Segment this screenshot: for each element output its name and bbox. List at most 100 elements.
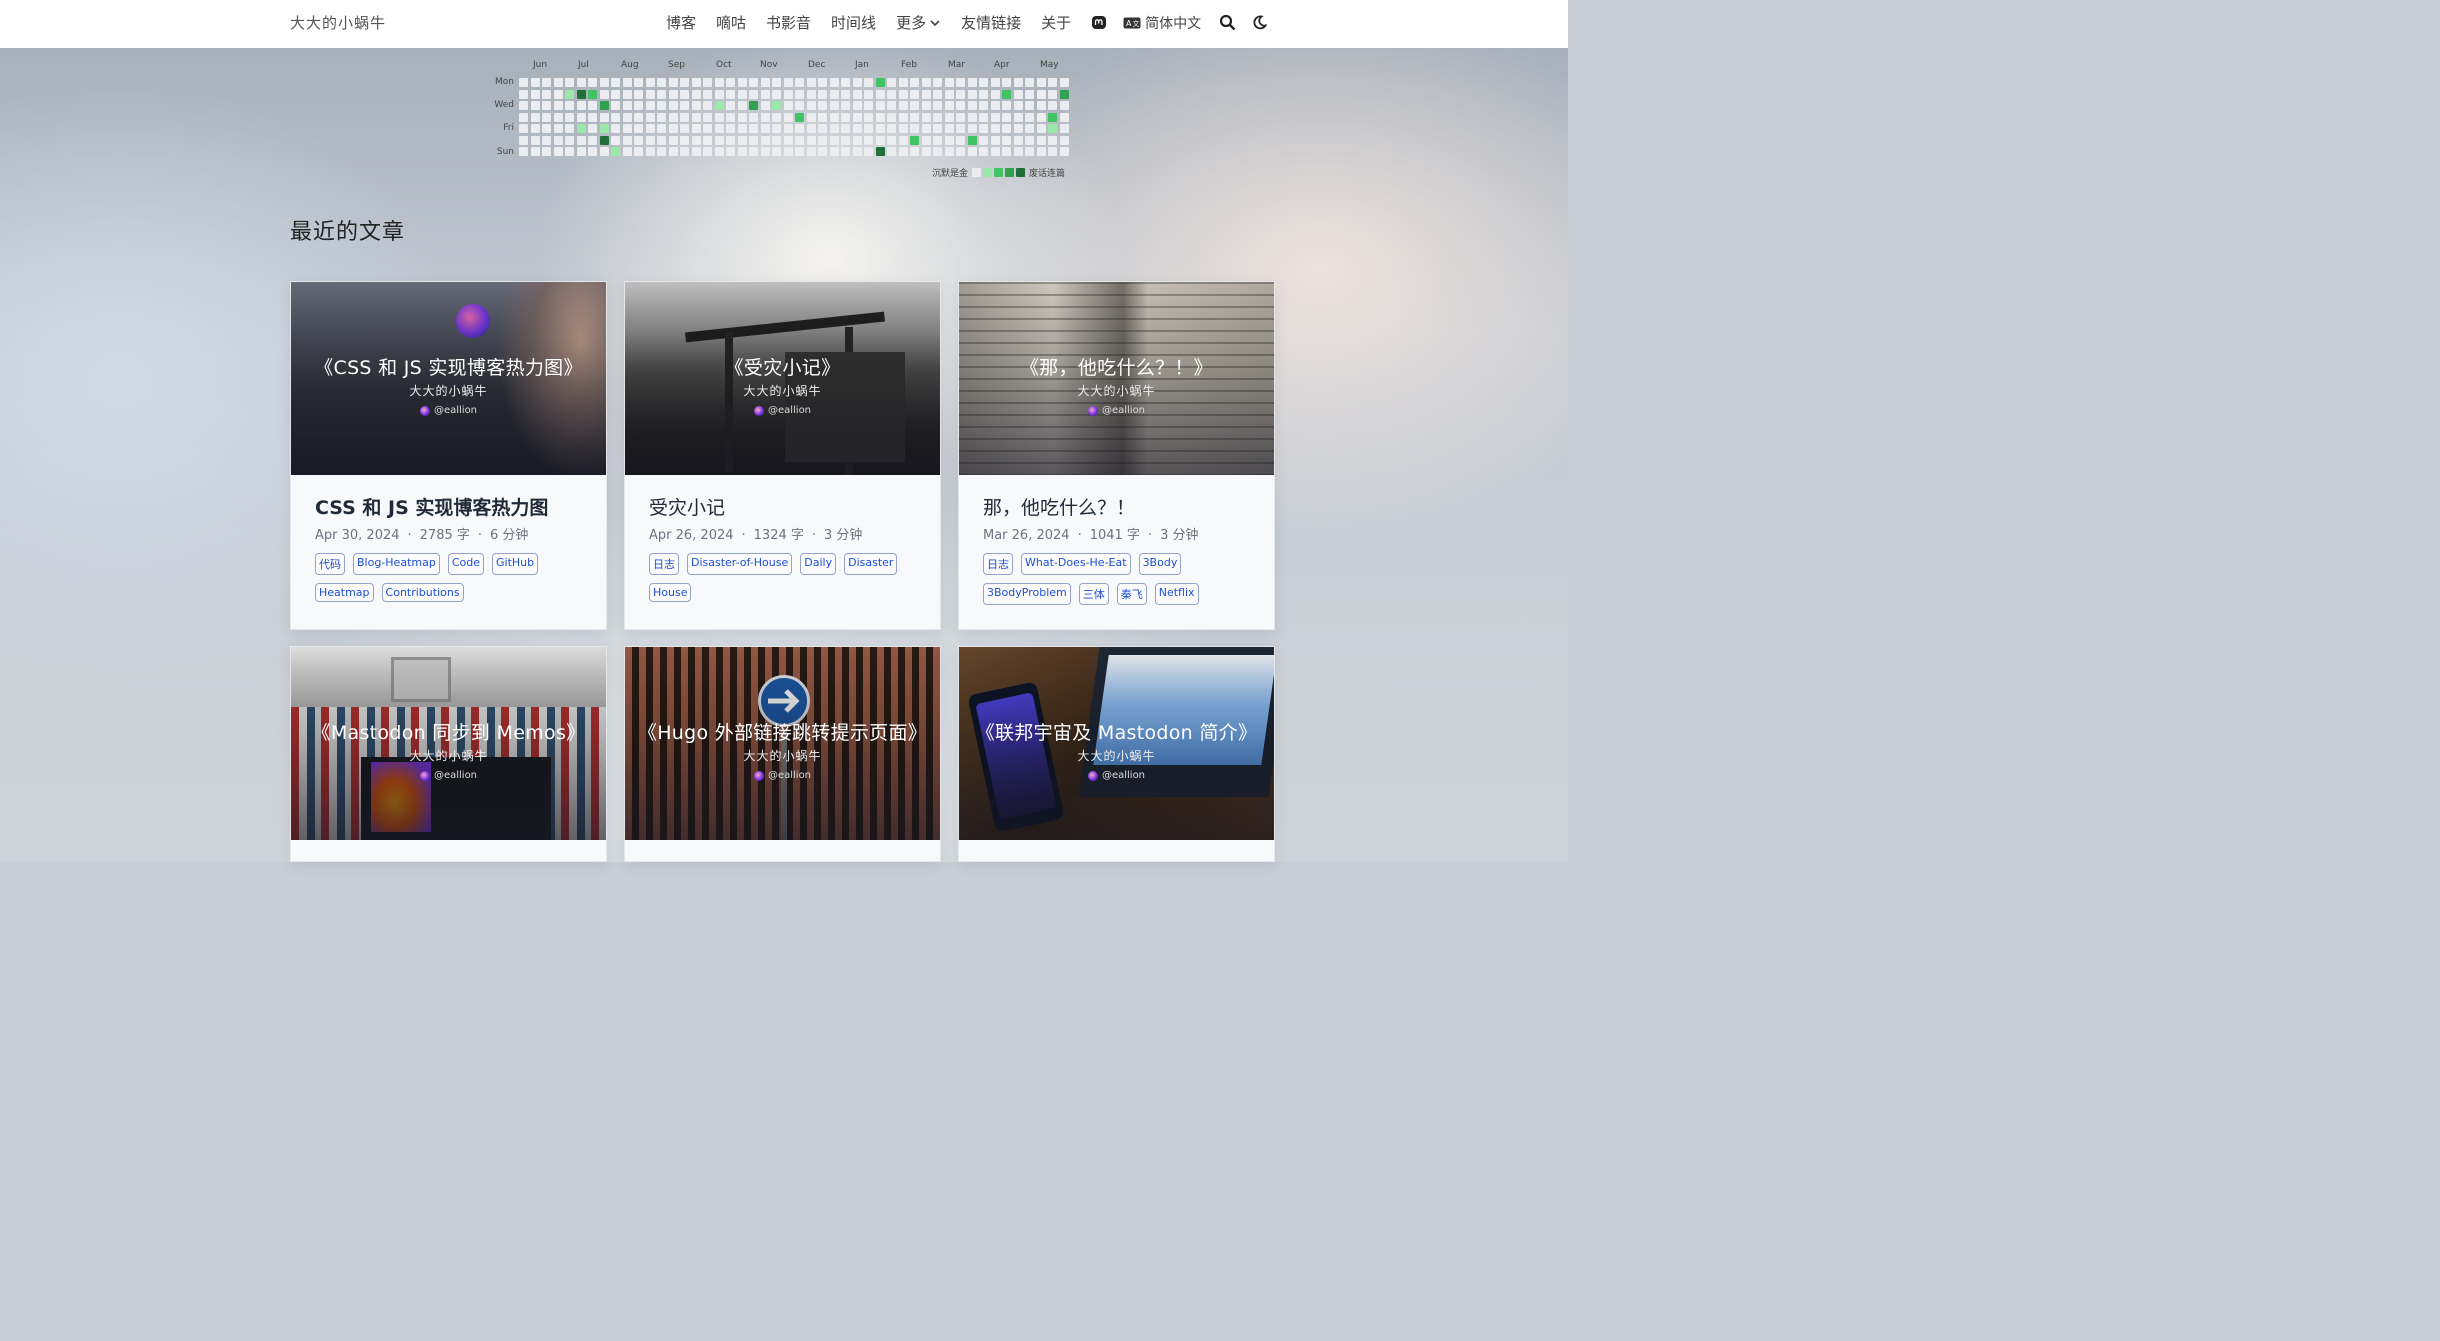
heatmap-cell[interactable] [680,124,689,133]
heatmap-cell[interactable] [519,147,528,156]
heatmap-cell[interactable] [795,112,804,122]
heatmap-cell[interactable] [990,112,1000,122]
heatmap-cell[interactable] [990,101,1000,110]
heatmap-cell[interactable] [519,112,528,122]
post-cover[interactable]: 《受灾小记》 大大的小蜗牛 @eallion [625,282,940,475]
heatmap-cell[interactable] [542,101,551,110]
heatmap-cell[interactable] [714,101,724,110]
tag[interactable]: Heatmap [315,583,374,602]
heatmap-cell[interactable] [691,89,701,99]
heatmap-cell[interactable] [588,112,597,122]
heatmap-cell[interactable] [634,78,643,87]
heatmap-cell[interactable] [691,112,701,122]
heatmap-cell[interactable] [703,101,712,110]
heatmap-cell[interactable] [979,112,988,122]
heatmap-cell[interactable] [714,78,724,87]
heatmap-cell[interactable] [875,135,885,145]
heatmap-cell[interactable] [1002,135,1011,145]
heatmap-cell[interactable] [680,78,689,87]
heatmap-cell[interactable] [599,89,609,99]
heatmap-cell[interactable] [622,112,632,122]
heatmap-cell[interactable] [933,78,942,87]
heatmap-cell[interactable] [726,101,735,110]
heatmap-cell[interactable] [806,112,816,122]
heatmap-cell[interactable] [611,89,620,99]
heatmap-cell[interactable] [1013,78,1023,87]
heatmap-cell[interactable] [703,78,712,87]
heatmap-cell[interactable] [921,78,931,87]
heatmap-cell[interactable] [829,78,839,87]
heatmap-cell[interactable] [576,124,586,133]
heatmap-cell[interactable] [622,147,632,156]
heatmap-cell[interactable] [783,78,793,87]
post-cover[interactable]: 《Mastodon 同步到 Memos》 大大的小蜗牛 @eallion [291,647,606,840]
heatmap-cell[interactable] [783,147,793,156]
heatmap-cell[interactable] [737,112,747,122]
heatmap-cell[interactable] [714,112,724,122]
heatmap-cell[interactable] [783,112,793,122]
heatmap-cell[interactable] [818,124,827,133]
heatmap-cell[interactable] [645,112,655,122]
heatmap-cell[interactable] [691,101,701,110]
heatmap-cell[interactable] [933,112,942,122]
heatmap-cell[interactable] [553,147,563,156]
heatmap-cell[interactable] [990,78,1000,87]
post-card[interactable]: 《Hugo 外部链接跳转提示页面》 大大的小蜗牛 @eallion [624,646,941,862]
heatmap-cell[interactable] [565,89,574,99]
heatmap-cell[interactable] [806,78,816,87]
heatmap-cell[interactable] [1059,147,1069,156]
heatmap-cell[interactable] [944,101,954,110]
heatmap-cell[interactable] [726,78,735,87]
heatmap-cell[interactable] [806,135,816,145]
heatmap-cell[interactable] [829,135,839,145]
heatmap-cell[interactable] [956,124,965,133]
heatmap-cell[interactable] [1013,124,1023,133]
heatmap-cell[interactable] [933,124,942,133]
heatmap-cell[interactable] [749,89,758,99]
heatmap-cell[interactable] [703,135,712,145]
heatmap-cell[interactable] [714,89,724,99]
heatmap-cell[interactable] [887,147,896,156]
heatmap-cell[interactable] [760,135,770,145]
heatmap-cell[interactable] [1048,124,1057,133]
heatmap-cell[interactable] [795,101,804,110]
heatmap-cell[interactable] [1025,147,1034,156]
heatmap-cell[interactable] [852,147,862,156]
heatmap-cell[interactable] [645,147,655,156]
heatmap-cell[interactable] [956,101,965,110]
heatmap-cell[interactable] [634,147,643,156]
heatmap-cell[interactable] [783,135,793,145]
heatmap-cell[interactable] [956,147,965,156]
heatmap-cell[interactable] [749,124,758,133]
tag[interactable]: 3Body [1138,553,1182,575]
heatmap-cell[interactable] [634,101,643,110]
heatmap-cell[interactable] [772,101,781,110]
heatmap-cell[interactable] [760,124,770,133]
heatmap-cell[interactable] [864,101,873,110]
heatmap-cell[interactable] [979,135,988,145]
heatmap-cell[interactable] [956,89,965,99]
heatmap-cell[interactable] [795,124,804,133]
tag[interactable]: Daily [800,553,837,575]
heatmap-cell[interactable] [956,135,965,145]
heatmap-cell[interactable] [944,135,954,145]
mastodon-icon[interactable] [1091,15,1107,31]
heatmap-cell[interactable] [852,124,862,133]
heatmap-cell[interactable] [829,89,839,99]
heatmap-cell[interactable] [576,89,586,99]
heatmap-cell[interactable] [806,101,816,110]
heatmap-cell[interactable] [944,147,954,156]
heatmap-cell[interactable] [668,135,678,145]
heatmap-cell[interactable] [565,147,574,156]
heatmap-cell[interactable] [1059,135,1069,145]
heatmap-cell[interactable] [657,135,666,145]
language-switch[interactable]: A文 简体中文 [1123,13,1201,33]
heatmap-cell[interactable] [864,89,873,99]
heatmap-cell[interactable] [979,147,988,156]
heatmap-cell[interactable] [634,89,643,99]
heatmap-cell[interactable] [979,124,988,133]
heatmap-cell[interactable] [910,135,919,145]
nav-item-friends[interactable]: 友情链接 [961,12,1021,33]
heatmap-cell[interactable] [680,101,689,110]
heatmap-cell[interactable] [887,89,896,99]
